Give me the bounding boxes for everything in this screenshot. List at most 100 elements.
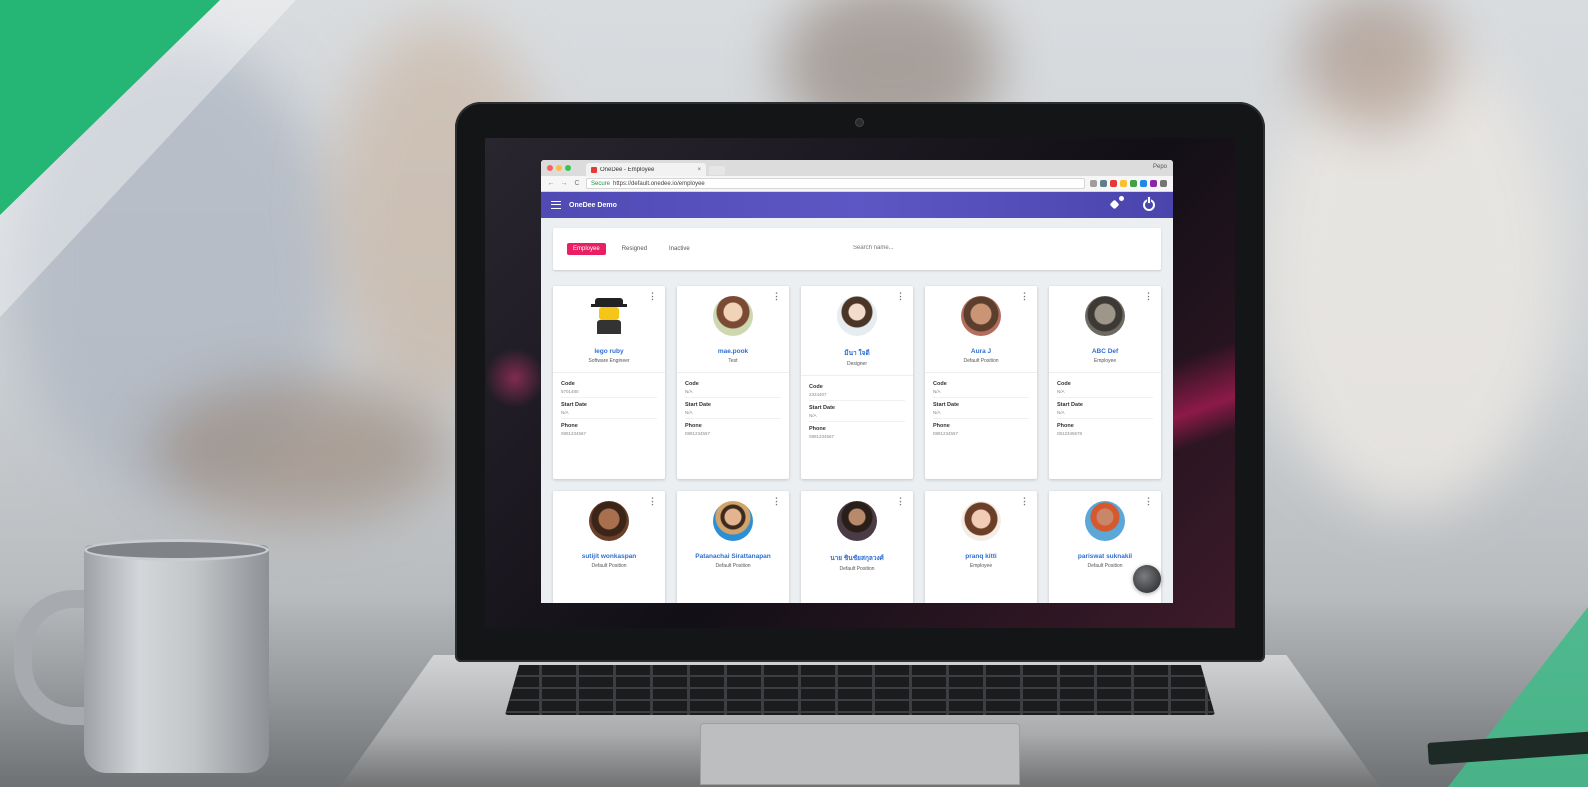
extension-icon[interactable] — [1110, 180, 1117, 187]
tab-inactive[interactable]: Inactive — [663, 243, 696, 255]
employee-name[interactable]: lego ruby — [553, 348, 665, 355]
card-menu-icon[interactable]: ⋮ — [1144, 497, 1153, 506]
employee-name[interactable]: ABC Def — [1049, 348, 1161, 355]
employee-card[interactable]: ⋮ มีนา ใจดี Designer Code 2324407 Start … — [801, 286, 913, 479]
employee-grid: ⋮ lego ruby Software Engineer Code 57014… — [553, 286, 1161, 603]
back-button[interactable]: ← — [547, 180, 555, 187]
start-date-field: Start Date N/A — [685, 398, 781, 419]
extension-icon[interactable] — [1150, 180, 1157, 187]
avatar — [713, 501, 753, 541]
extension-icon[interactable] — [1120, 180, 1127, 187]
browser-window: OneDee - Employee × Pepo ← → C Secure ht… — [541, 160, 1173, 603]
start-date-field: Start Date N/A — [933, 398, 1029, 419]
phone-field: Phone 0812345678 — [1057, 419, 1153, 439]
employee-card[interactable]: ⋮ ABC Def Employee Code N/A Start Date N… — [1049, 286, 1161, 479]
mug-body — [84, 545, 269, 773]
phone-value: 0891234567 — [685, 431, 711, 436]
employee-card[interactable]: ⋮ mae.pook Test Code N/A Start Date N/A … — [677, 286, 789, 479]
code-field: Code N/A — [685, 377, 781, 398]
forward-button[interactable]: → — [560, 180, 568, 187]
start-date-label: Start Date — [685, 402, 711, 408]
start-date-value: N/A — [685, 410, 693, 415]
notification-icon[interactable] — [1109, 196, 1124, 211]
avatar — [1085, 501, 1125, 541]
start-date-field: Start Date N/A — [809, 401, 905, 422]
employee-name[interactable]: pranq kitti — [925, 553, 1037, 560]
code-field: Code 5701480 — [561, 377, 657, 398]
card-menu-icon[interactable]: ⋮ — [648, 497, 657, 506]
tab-resigned[interactable]: Resigned — [616, 243, 653, 255]
employee-name[interactable]: pariswat suknakil — [1049, 553, 1161, 560]
code-value: N/A — [1057, 389, 1065, 394]
avatar — [961, 296, 1001, 336]
employee-name[interactable]: มีนา ใจดี — [801, 348, 913, 358]
extension-icon[interactable] — [1100, 180, 1107, 187]
avatar — [961, 501, 1001, 541]
employee-name[interactable]: Aura J — [925, 348, 1037, 355]
menu-dots-icon[interactable] — [1160, 180, 1167, 187]
minimize-window-button[interactable] — [556, 165, 562, 171]
employee-name[interactable]: นาย ชินชัยสกุลวงศ์ — [801, 553, 913, 563]
hamburger-menu-icon[interactable] — [551, 201, 561, 209]
extensions-row — [1090, 180, 1167, 187]
start-date-label: Start Date — [1057, 402, 1083, 408]
employee-card[interactable]: ⋮ pranq kitti Employee — [925, 491, 1037, 603]
star-icon[interactable] — [1090, 180, 1097, 187]
employee-name[interactable]: Patanachai Sirattanapan — [677, 553, 789, 560]
card-menu-icon[interactable]: ⋮ — [1020, 497, 1029, 506]
phone-value: 0891234567 — [561, 431, 587, 436]
avatar — [713, 296, 753, 336]
main-content: Employee Resigned Inactive ⋮ — [541, 218, 1173, 603]
reload-button[interactable]: C — [573, 180, 581, 187]
employee-details: Code N/A Start Date N/A Phone 0812345678 — [1049, 372, 1161, 439]
new-tab-button[interactable] — [709, 166, 725, 175]
laptop-trackpad — [700, 723, 1020, 785]
avatar — [1085, 296, 1125, 336]
laptop-keyboard — [505, 665, 1215, 715]
employee-position: Software Engineer — [588, 358, 630, 364]
card-menu-icon[interactable]: ⋮ — [648, 292, 657, 301]
employee-card[interactable]: ⋮ Patanachai Sirattanapan Default Positi… — [677, 491, 789, 603]
phone-label: Phone — [561, 423, 578, 429]
avatar — [589, 296, 629, 336]
employee-card[interactable]: ⋮ Aura J Default Position Code N/A Start… — [925, 286, 1037, 479]
power-icon[interactable] — [1143, 197, 1155, 211]
employee-position: Default Position — [839, 566, 875, 572]
card-menu-icon[interactable]: ⋮ — [772, 292, 781, 301]
browser-user-name[interactable]: Pepo — [1153, 164, 1167, 170]
card-menu-icon[interactable]: ⋮ — [896, 497, 905, 506]
address-bar[interactable]: Secure https://default.onedee.io/employe… — [586, 178, 1085, 189]
card-menu-icon[interactable]: ⋮ — [772, 497, 781, 506]
employee-card[interactable]: ⋮ lego ruby Software Engineer Code 57014… — [553, 286, 665, 479]
phone-value: 0891234567 — [933, 431, 959, 436]
employee-name[interactable]: mae.pook — [677, 348, 789, 355]
search-input[interactable] — [853, 242, 1053, 254]
avatar — [837, 501, 877, 541]
maximize-window-button[interactable] — [565, 165, 571, 171]
tab-employee[interactable]: Employee — [567, 243, 606, 255]
browser-tab[interactable]: OneDee - Employee × — [586, 163, 706, 176]
employee-card[interactable]: ⋮ นาย ชินชัยสกุลวงศ์ Default Position — [801, 491, 913, 603]
tab-close-icon[interactable]: × — [697, 167, 701, 173]
employee-card[interactable]: ⋮ sutijit wonkaspan Default Position — [553, 491, 665, 603]
employee-name[interactable]: sutijit wonkaspan — [553, 553, 665, 560]
extension-icon[interactable] — [1140, 180, 1147, 187]
card-menu-icon[interactable]: ⋮ — [1144, 292, 1153, 301]
laptop-base — [340, 655, 1380, 787]
floating-action-button[interactable] — [1133, 565, 1161, 593]
phone-label: Phone — [809, 426, 826, 432]
phone-field: Phone 0891234567 — [809, 422, 905, 442]
employee-position: Test — [728, 358, 738, 364]
app-header: OneDee Demo — [541, 192, 1173, 218]
phone-field: Phone 0891234567 — [933, 419, 1029, 439]
close-window-button[interactable] — [547, 165, 553, 171]
extension-icon[interactable] — [1130, 180, 1137, 187]
code-value: 2324407 — [809, 392, 827, 397]
employee-details: Code N/A Start Date N/A Phone 0891234567 — [677, 372, 789, 439]
card-menu-icon[interactable]: ⋮ — [896, 292, 905, 301]
code-value: 5701480 — [561, 389, 579, 394]
employee-details: Code 2324407 Start Date N/A Phone 089123… — [801, 375, 913, 442]
card-menu-icon[interactable]: ⋮ — [1020, 292, 1029, 301]
start-date-field: Start Date N/A — [561, 398, 657, 419]
code-value: N/A — [685, 389, 693, 394]
